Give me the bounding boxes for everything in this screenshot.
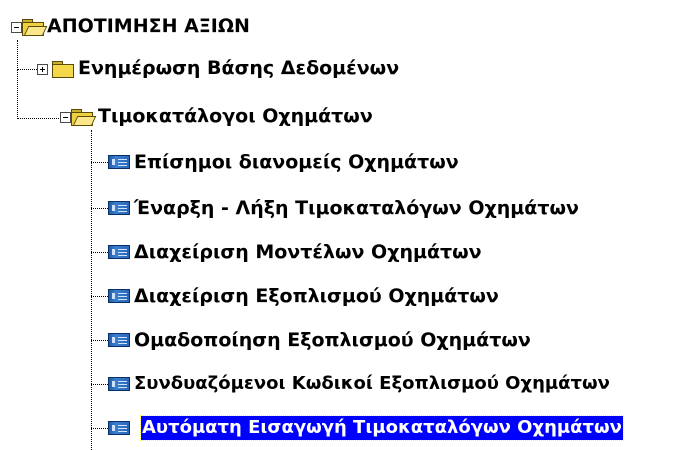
tree-leaf-label[interactable]: Επίσημοι διανομείς Οχημάτων <box>133 150 460 174</box>
form-window-icon <box>108 245 130 259</box>
form-window-icon <box>108 201 130 215</box>
collapse-toggle-icon[interactable] <box>60 112 71 123</box>
tree-leaf-label[interactable]: Συνδυαζόμενοι Κωδικοί Εξοπλισμού Οχημάτω… <box>133 372 611 396</box>
root-guide-line-lower <box>17 69 18 119</box>
open-folder-icon <box>71 109 97 126</box>
form-window-icon <box>108 421 130 435</box>
root-child2-connector <box>17 118 65 119</box>
tree-node-vehicle-pricelists-label[interactable]: Τιμοκατάλογοι Οχημάτων <box>97 104 374 128</box>
leaf-connector <box>91 296 108 297</box>
leaf-connector <box>91 208 108 209</box>
leaf-connector <box>91 340 108 341</box>
folder-icon <box>52 61 74 78</box>
tree-leaf-label[interactable]: Διαχείριση Εξοπλισμού Οχημάτων <box>133 284 500 308</box>
tree-leaf-label[interactable]: Έναρξη - Λήξη Τιμοκαταλόγων Οχημάτων <box>133 196 580 220</box>
form-window-icon <box>108 155 130 169</box>
leaf-connector <box>91 162 108 163</box>
tree-node-database-update-label[interactable]: Ενημέρωση Βάσης Δεδομένων <box>77 56 400 80</box>
expand-toggle-icon[interactable] <box>37 64 48 75</box>
form-window-icon <box>108 377 130 391</box>
leaf-connector <box>91 384 108 385</box>
leaf-connector <box>91 428 108 429</box>
tree-node-root-label[interactable]: ΑΠΟΤΙΜΗΣΗ ΑΞΙΩΝ <box>46 14 251 38</box>
tree-leaf-label-selected[interactable]: Αυτόματη Εισαγωγή Τιμοκαταλόγων Οχημάτων <box>140 415 624 441</box>
tree-leaf-label[interactable]: Ομαδοποίηση Εξοπλισμού Οχημάτων <box>133 328 532 352</box>
leaf-connector <box>91 252 108 253</box>
form-window-icon <box>108 289 130 303</box>
open-folder-icon <box>22 19 48 36</box>
collapse-toggle-icon[interactable] <box>11 22 22 33</box>
form-window-icon <box>108 333 130 347</box>
tree-leaf-label[interactable]: Διαχείριση Μοντέλων Οχημάτων <box>133 240 483 264</box>
root-guide-line <box>17 40 18 70</box>
branch-guide-line <box>91 130 92 450</box>
